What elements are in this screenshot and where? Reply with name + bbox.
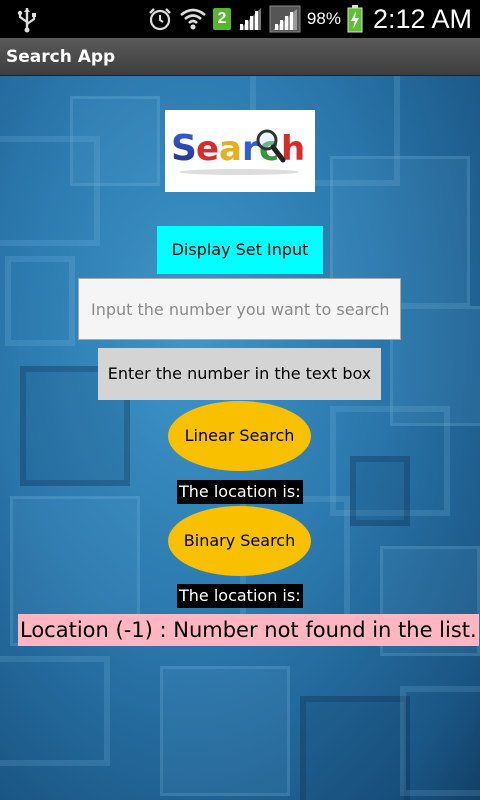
- binary-search-button[interactable]: Binary Search: [168, 506, 311, 576]
- background-square: [5, 256, 75, 346]
- enter-number-button[interactable]: Enter the number in the text box: [98, 348, 381, 400]
- battery-charging-icon: [347, 5, 363, 33]
- search-result-text: Location (-1) : Number not found in the …: [18, 614, 479, 646]
- background-square: [300, 696, 410, 800]
- app-title: Search App: [6, 47, 116, 67]
- action-bar: Search App: [0, 38, 480, 76]
- search-number-input[interactable]: [78, 278, 401, 340]
- sim-slot-badge: 2: [212, 8, 231, 30]
- linear-search-button[interactable]: Linear Search: [168, 401, 311, 471]
- usb-icon: [17, 8, 36, 33]
- background-square: [350, 456, 410, 526]
- search-logo-image: S e a r c h: [171, 128, 305, 175]
- signal-icon: [238, 8, 261, 30]
- background-square: [70, 96, 160, 186]
- status-bar: 2 98% 2:12 AM: [0, 0, 480, 38]
- signal-roaming-icon: [269, 5, 301, 33]
- background-square: [400, 686, 480, 796]
- wifi-icon: [180, 8, 206, 30]
- svg-text:S: S: [171, 128, 195, 169]
- svg-text:a: a: [219, 129, 240, 169]
- search-logo: S e a r c h: [165, 110, 315, 192]
- alarm-clock-icon: [149, 8, 171, 31]
- svg-text:e: e: [196, 129, 218, 169]
- battery-percent: 98%: [306, 9, 341, 28]
- svg-text:h: h: [281, 129, 303, 169]
- background-square: [160, 666, 290, 796]
- clock: 2:12 AM: [372, 3, 472, 34]
- background-square: [0, 656, 110, 766]
- svg-text:r: r: [242, 129, 259, 169]
- linear-location-label: The location is:: [177, 480, 303, 504]
- binary-location-label: The location is:: [177, 584, 303, 608]
- display-set-input-button[interactable]: Display Set Input: [157, 226, 323, 274]
